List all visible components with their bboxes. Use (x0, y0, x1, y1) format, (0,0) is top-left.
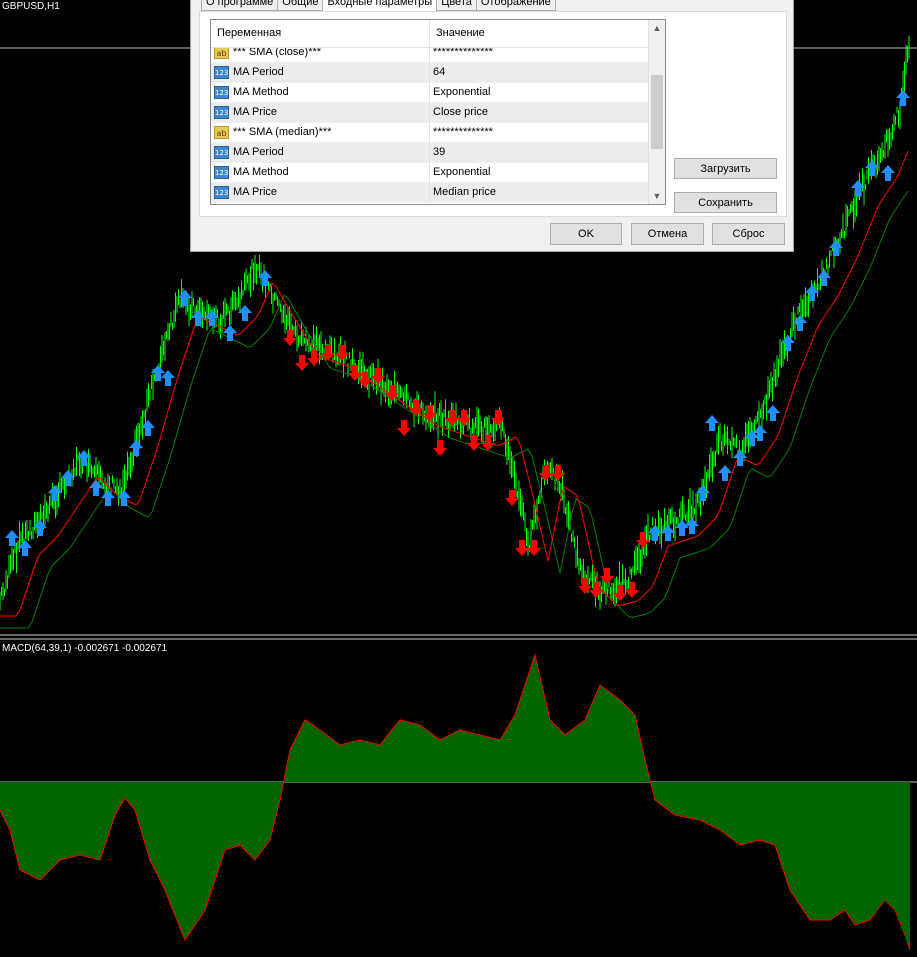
buy-arrow-icon (753, 425, 767, 441)
tab-colors[interactable]: Цвета (436, 0, 477, 11)
macd-histogram (0, 653, 911, 951)
buy-arrow-icon (18, 540, 32, 556)
sell-arrow-icon (589, 582, 603, 598)
buy-arrow-icon (117, 490, 131, 506)
scroll-thumb[interactable] (651, 75, 663, 149)
column-divider (429, 83, 430, 103)
variable-value[interactable]: 39 (433, 143, 649, 162)
variable-name: MA Method (233, 166, 289, 178)
number-icon: 123 (214, 86, 229, 99)
variable-value[interactable]: 64 (433, 63, 649, 82)
cancel-button[interactable]: Отмена (631, 223, 704, 245)
string-icon: ab (214, 126, 229, 139)
column-divider (429, 123, 430, 143)
sell-arrow-icon (433, 440, 447, 456)
sell-arrow-icon (600, 568, 614, 584)
table-scrollbar[interactable]: ▲ ▼ (648, 20, 665, 204)
table-row[interactable]: 123 MA Price Close price (211, 103, 651, 123)
buy-arrow-icon (129, 440, 143, 456)
column-divider (429, 143, 430, 163)
variable-name: MA Period (233, 66, 284, 78)
tab-about[interactable]: О программе (201, 0, 279, 11)
tab-visualization[interactable]: Отображение (475, 0, 556, 11)
number-icon: 123 (214, 66, 229, 79)
variable-value[interactable]: ************** (433, 123, 649, 142)
inputs-panel: ab *** SMA (close)*** ************** 123… (199, 11, 787, 217)
table-row[interactable]: 123 MA Method Exponential (211, 163, 651, 183)
column-divider (429, 183, 430, 203)
number-icon: 123 (214, 166, 229, 179)
buy-arrow-icon (89, 480, 103, 496)
buy-arrow-icon (705, 415, 719, 431)
save-button[interactable]: Сохранить (674, 192, 777, 213)
buy-arrow-icon (896, 90, 910, 106)
variable-name: *** SMA (median)*** (233, 126, 332, 138)
variable-name: MA Period (233, 146, 284, 158)
number-icon: 123 (214, 186, 229, 199)
macd-indicator-label: MACD(64,39,1) -0.002671 -0.002671 (2, 643, 168, 654)
ok-button[interactable]: OK (550, 223, 622, 245)
dialog-tabs: О программе Общие Входные параметры Цвет… (201, 0, 556, 12)
variable-name: MA Method (233, 86, 289, 98)
variable-value[interactable]: Exponential (433, 163, 649, 182)
scroll-down-icon[interactable]: ▼ (649, 188, 665, 204)
number-icon: 123 (214, 106, 229, 119)
macd-area (0, 655, 910, 950)
table-row[interactable]: 123 MA Method Exponential (211, 83, 651, 103)
sell-arrow-icon (397, 420, 411, 436)
inputs-table[interactable]: ab *** SMA (close)*** ************** 123… (210, 19, 666, 205)
scroll-up-icon[interactable]: ▲ (649, 20, 665, 36)
column-divider (429, 163, 430, 183)
variable-value[interactable]: Median price (433, 183, 649, 202)
sell-arrow-icon (295, 355, 309, 371)
table-row[interactable]: 123 MA Period 39 (211, 143, 651, 163)
number-icon: 123 (214, 146, 229, 159)
symbol-label: GBPUSD,H1 (2, 1, 60, 12)
indicator-properties-dialog: О программе Общие Входные параметры Цвет… (190, 0, 794, 252)
sell-arrow-icon (505, 490, 519, 506)
column-header-variable[interactable]: Переменная (211, 20, 430, 47)
variable-name: MA Price (233, 106, 278, 118)
table-row[interactable]: 123 MA Price Median price (211, 183, 651, 203)
variable-value[interactable]: Close price (433, 103, 649, 122)
sell-arrow-icon (527, 540, 541, 556)
buy-arrow-icon (101, 490, 115, 506)
buy-arrow-icon (881, 165, 895, 181)
load-button[interactable]: Загрузить (674, 158, 777, 179)
buy-arrow-icon (718, 465, 732, 481)
buy-arrow-icon (141, 420, 155, 436)
column-divider (429, 63, 430, 83)
table-row[interactable]: ab *** SMA (median)*** ************** (211, 123, 651, 143)
table-header: Переменная Значение (211, 20, 651, 48)
variable-value[interactable]: Exponential (433, 83, 649, 102)
table-row[interactable]: 123 MA Period 64 (211, 63, 651, 83)
column-header-value[interactable]: Значение (430, 20, 651, 47)
tab-common[interactable]: Общие (277, 0, 324, 11)
buy-arrow-icon (223, 325, 237, 341)
variable-name: MA Price (233, 186, 278, 198)
buy-arrow-icon (258, 270, 272, 286)
reset-button[interactable]: Сброс (712, 223, 785, 245)
buy-arrow-icon (696, 485, 710, 501)
column-divider (429, 103, 430, 123)
buy-arrow-icon (766, 405, 780, 421)
inputs-table-rows: ab *** SMA (close)*** ************** 123… (211, 43, 651, 203)
sell-arrow-icon (467, 435, 481, 451)
